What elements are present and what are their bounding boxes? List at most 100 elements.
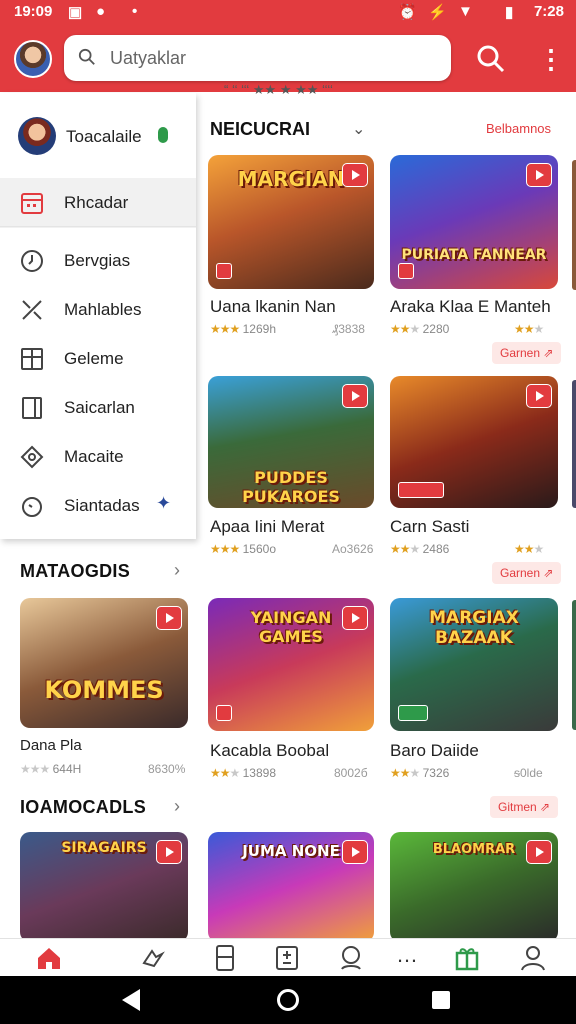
review-count: 2486 bbox=[422, 542, 450, 556]
play-icon[interactable] bbox=[156, 606, 182, 630]
gift-icon[interactable] bbox=[452, 943, 482, 973]
play-icon[interactable] bbox=[526, 163, 552, 187]
dot-icon: • bbox=[132, 3, 138, 20]
calendar-icon bbox=[21, 193, 43, 214]
drawer-item-saicarlan[interactable]: Saicarlan bbox=[0, 383, 196, 433]
drawer-item-mahlables[interactable]: Mahlables bbox=[0, 285, 196, 335]
section-title: IOAMOCADLS bbox=[20, 797, 146, 817]
recent-apps-icon[interactable] bbox=[432, 991, 450, 1009]
avatar bbox=[18, 117, 56, 155]
chevron-down-icon[interactable]: ⌄ bbox=[352, 119, 365, 139]
game-title[interactable]: Araka Klaa E Manteh bbox=[390, 297, 551, 317]
game-banner-text: YAINGAN GAMES bbox=[250, 608, 332, 646]
badge-icon bbox=[398, 263, 414, 279]
game-card-image[interactable]: MARGIAN bbox=[208, 155, 374, 289]
search-input[interactable]: Uatyaklar bbox=[64, 35, 451, 81]
get-game-button[interactable]: Garnen ⇗ bbox=[492, 342, 562, 364]
drawer-item-label: Rhcadar bbox=[64, 193, 129, 212]
review-count: 1560o bbox=[242, 542, 276, 556]
more-icon[interactable]: … bbox=[392, 943, 422, 973]
game-meta: 8002б bbox=[334, 766, 368, 780]
play-icon[interactable] bbox=[156, 840, 182, 864]
drawer-item-macaite[interactable]: Macaite bbox=[0, 432, 196, 482]
avatar[interactable] bbox=[14, 40, 52, 78]
play-icon[interactable] bbox=[342, 384, 368, 408]
game-card-image[interactable]: JUMA NONE bbox=[208, 832, 374, 942]
game-card-image[interactable]: SIRAGAIRS bbox=[20, 832, 188, 942]
game-rating: ★★★ 644H bbox=[20, 762, 82, 776]
game-title[interactable]: Carn Sasti bbox=[390, 517, 469, 537]
sparkle-icon: ✦ bbox=[156, 493, 172, 513]
game-meta: Ао3626 bbox=[332, 542, 374, 556]
storage-icon[interactable] bbox=[210, 943, 240, 973]
chevron-right-icon[interactable]: › bbox=[174, 796, 180, 817]
search-placeholder: Uatyaklar bbox=[110, 48, 187, 68]
drawer-user[interactable]: Toacalaile bbox=[18, 117, 188, 157]
drawer-item-bervgias[interactable]: Bervgias bbox=[0, 236, 196, 286]
play-icon[interactable] bbox=[342, 606, 368, 630]
game-card-image[interactable] bbox=[390, 376, 558, 508]
section-title: MATAOGDIS bbox=[20, 561, 131, 581]
wifi-icon: ▼ bbox=[458, 3, 473, 20]
game-card-image[interactable]: YAINGAN GAMES bbox=[208, 598, 374, 731]
game-rating: ★★★ 2486 bbox=[390, 542, 450, 556]
game-title[interactable]: Kacabla Boobal bbox=[210, 741, 329, 761]
game-title[interactable]: Dana Pla bbox=[20, 737, 82, 754]
overflow-menu-icon[interactable]: ⋮ bbox=[538, 44, 564, 74]
game-card-image[interactable]: PURIATA FANNEAR bbox=[390, 155, 558, 289]
game-title[interactable]: Apaa Iini Merat bbox=[210, 517, 324, 537]
back-icon[interactable] bbox=[122, 989, 140, 1011]
search-user-icon[interactable] bbox=[336, 943, 366, 973]
play-icon[interactable] bbox=[526, 384, 552, 408]
game-title[interactable]: Baro Daiide bbox=[390, 741, 479, 761]
game-banner: MARGIAX BAZAAK bbox=[429, 608, 519, 648]
game-card-image[interactable]: BLAOMRAR bbox=[390, 832, 558, 942]
search-icon bbox=[78, 48, 95, 65]
home-circle-icon[interactable] bbox=[277, 989, 299, 1011]
play-icon[interactable] bbox=[526, 840, 552, 864]
badge-icon bbox=[216, 263, 232, 279]
scrolled-header-peek: “ ‘‘ ‘‘‘ ★★ ★ ★★ ‘‘‘‘ bbox=[224, 82, 333, 97]
game-rating: ★★★ 1560o bbox=[210, 542, 276, 556]
notification-icon: ▣ bbox=[68, 4, 83, 21]
game-meta: ᵴ0lde bbox=[514, 766, 543, 780]
game-title[interactable]: Uana lkanin Nan bbox=[210, 297, 336, 317]
game-card-image[interactable]: PUDDES PUKAROES bbox=[208, 376, 374, 508]
game-rating-extra: ★★★ bbox=[514, 322, 544, 336]
drawer-item-label: Mahlables bbox=[64, 300, 142, 319]
grid-icon bbox=[21, 348, 43, 370]
clock-icon bbox=[21, 250, 43, 272]
drawer-item-label: Macaite bbox=[64, 447, 124, 466]
get-game-button[interactable]: Gitmen ⇗ bbox=[490, 796, 559, 818]
next-card-peek bbox=[572, 160, 576, 290]
game-meta: 8630% bbox=[148, 762, 186, 776]
game-card-image[interactable]: KOMMES bbox=[20, 598, 188, 728]
home-icon[interactable] bbox=[34, 943, 64, 973]
drawer-item-siantadas[interactable]: Siantadas ✦ bbox=[0, 481, 196, 531]
section-link[interactable]: Belbamnos bbox=[486, 121, 551, 136]
apps-icon[interactable] bbox=[272, 943, 302, 973]
drawer-item-geleme[interactable]: Geleme bbox=[0, 334, 196, 384]
drawer-item-label: Geleme bbox=[64, 349, 124, 368]
section-title: NEICUCRAI bbox=[210, 119, 311, 139]
system-navigation-bar bbox=[0, 976, 576, 1024]
game-card-image[interactable]: MARGIAX BAZAAK bbox=[390, 598, 558, 731]
play-icon[interactable] bbox=[342, 163, 368, 187]
chevron-right-icon[interactable]: › bbox=[174, 560, 180, 581]
chat-icon: ● bbox=[96, 3, 106, 20]
drawer-item-label: Siantadas bbox=[64, 496, 140, 515]
review-count: 13898 bbox=[242, 766, 276, 780]
divider bbox=[0, 226, 196, 227]
game-rating-extra: ★★★ bbox=[514, 542, 544, 556]
profile-icon[interactable] bbox=[518, 943, 548, 973]
get-game-button[interactable]: Garnen ⇗ bbox=[492, 562, 562, 584]
search-icon[interactable] bbox=[476, 44, 506, 74]
play-icon[interactable] bbox=[342, 840, 368, 864]
gamepad-icon[interactable] bbox=[138, 943, 168, 973]
tools-icon bbox=[22, 300, 42, 320]
next-card-peek bbox=[572, 600, 576, 730]
next-card-peek bbox=[572, 380, 576, 508]
game-banner: PUDDES PUKAROES bbox=[242, 468, 340, 506]
review-count: 2280 bbox=[422, 322, 450, 336]
drawer-item-rhcadar[interactable]: Rhcadar bbox=[0, 178, 196, 228]
